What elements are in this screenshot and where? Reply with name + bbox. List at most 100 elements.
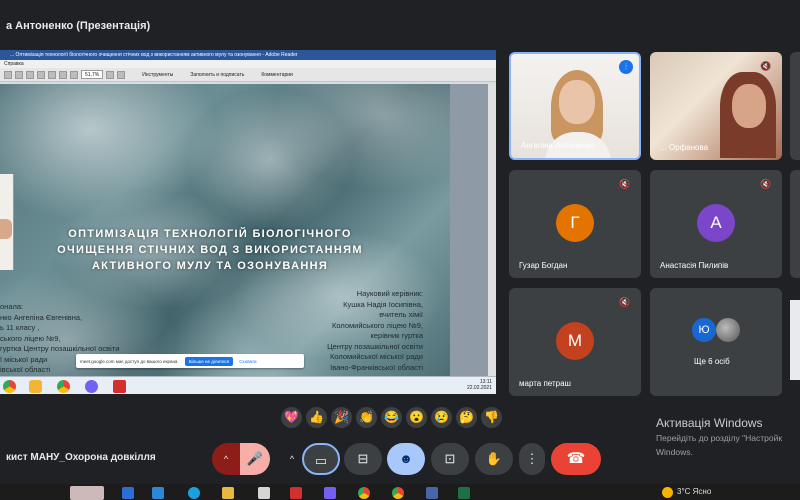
participant-name: Ще 6 осіб: [694, 357, 730, 366]
overflow-tile: [790, 170, 800, 278]
participant-tile[interactable]: 🔇 ... Орфанова: [650, 52, 782, 160]
reaction-clap-icon[interactable]: 👏: [356, 406, 377, 428]
participant-tile[interactable]: 🔇 А Анастасія Пилипів: [650, 170, 782, 278]
save-icon[interactable]: [426, 487, 438, 499]
supervisor-line: Кушка Надія Іосипівна,: [343, 299, 423, 309]
zoom-in-icon[interactable]: [70, 70, 78, 79]
tools-button[interactable]: Инструменты: [142, 72, 173, 78]
weather-icon: [662, 487, 673, 498]
overflow-tile: [790, 300, 800, 380]
overflow-tile: [790, 52, 800, 160]
activation-text: Перейдіть до розділу "Настройк: [656, 433, 783, 443]
participant-name: Гузар Богдан: [519, 261, 568, 270]
captions-icon: ⊟: [357, 451, 369, 466]
reaction-party-icon[interactable]: 🎉: [331, 406, 352, 428]
more-options-button[interactable]: ⋮: [519, 443, 545, 475]
present-button[interactable]: ⊡: [431, 443, 469, 475]
author-line: ського ліцею №9,: [0, 333, 61, 343]
title-bar: а Антоненко (Презентація): [0, 0, 800, 46]
avatar: А: [697, 204, 735, 242]
participant-name: ... Орфанова: [660, 143, 709, 152]
mic-off-icon: 🔇: [760, 179, 772, 189]
reader-scrollbar[interactable]: [488, 84, 496, 386]
reaction-surprised-icon[interactable]: 😮: [406, 406, 427, 428]
presentation-area[interactable]: ... Оптимізація технології біологічного …: [0, 50, 496, 394]
camera-icon: ▭: [314, 453, 328, 468]
more-icon: ⋮: [525, 451, 539, 466]
calendar-icon[interactable]: [258, 487, 270, 499]
window-title: а Антоненко (Презентація): [6, 20, 151, 32]
speaker-thumbnail: [0, 174, 14, 270]
folder-icon[interactable]: [222, 487, 234, 499]
chrome-icon[interactable]: [392, 487, 404, 499]
camera-options-button[interactable]: ^: [280, 443, 304, 475]
fit-icon[interactable]: [106, 70, 115, 79]
windows-start-icon[interactable]: [122, 487, 134, 499]
participant-name: Анастасія Пилипів: [660, 261, 729, 270]
mail-icon[interactable]: [26, 70, 34, 79]
chrome-icon[interactable]: [3, 380, 16, 393]
prev-page-icon[interactable]: [37, 70, 45, 79]
speaking-indicator-icon: ⦙: [619, 60, 633, 74]
present-icon: ⊡: [444, 451, 456, 466]
weather-text: 3°C Ясно: [677, 487, 712, 496]
reaction-thinking-icon[interactable]: 🤔: [456, 406, 477, 428]
yandex-icon[interactable]: [29, 380, 42, 393]
avatar: Г: [556, 204, 594, 242]
spreadsheet-icon[interactable]: [458, 487, 470, 499]
comments-button[interactable]: Комментарии: [261, 72, 293, 78]
slide-title-line: АКТИВНОГО МУЛУ ТА ОЗОНУВАННЯ: [91, 260, 329, 272]
edge-icon[interactable]: [188, 487, 200, 499]
camera-button[interactable]: ▭: [302, 443, 340, 475]
slide-title: ОПТИМІЗАЦІЯ ТЕХНОЛОГІЙ БІОЛОГІЧНОГО ОЧИЩ…: [20, 226, 400, 274]
raise-hand-button[interactable]: ✋: [475, 443, 513, 475]
mic-options-button[interactable]: ^: [212, 443, 240, 475]
reaction-thumbs-up-icon[interactable]: 👍: [306, 406, 327, 428]
next-page-icon[interactable]: [48, 70, 56, 79]
author-line: онала:: [0, 302, 24, 311]
search-icon[interactable]: [152, 487, 164, 499]
reactions-bar: 💖 👍 🎉 👏 😂 😮 😢 🤔 👎: [281, 405, 529, 429]
comment-icon[interactable]: [117, 70, 126, 79]
zoom-out-icon[interactable]: [59, 70, 67, 79]
sign-button[interactable]: Заполнить и подписать: [190, 72, 244, 78]
viber-icon[interactable]: [324, 487, 336, 499]
slide-title-line: ОПТИМІЗАЦІЯ ТЕХНОЛОГІЙ БІОЛОГІЧНОГО: [68, 228, 352, 240]
menu-help[interactable]: Справка: [4, 61, 24, 67]
reaction-heart-icon[interactable]: 💖: [281, 406, 302, 428]
reaction-laugh-icon[interactable]: 😂: [381, 406, 402, 428]
zoom-field[interactable]: 51,7%: [81, 70, 104, 79]
share-banner-text: meet.google.com має доступ до вашого екр…: [80, 358, 179, 364]
hide-banner-button[interactable]: Сховати: [239, 359, 256, 364]
participant-tile[interactable]: 🔇 М марта петраш: [509, 288, 641, 396]
pdf-reader-icon[interactable]: [290, 487, 302, 499]
supervisor-line: Центру позашкільної освіти: [327, 341, 423, 351]
more-participants-tile[interactable]: Ю Ще 6 осіб: [650, 288, 782, 396]
reaction-sad-icon[interactable]: 😢: [431, 406, 452, 428]
open-icon[interactable]: [4, 70, 12, 79]
inner-clock: 13:11 22.02.2021: [467, 379, 492, 391]
reactions-button[interactable]: ☻: [387, 443, 425, 475]
participant-tile[interactable]: ⦙ Ангеліна Антоненко: [509, 52, 641, 160]
mic-off-button[interactable]: 🎤: [240, 443, 270, 475]
print-icon[interactable]: [15, 70, 23, 79]
stop-sharing-button[interactable]: Більше не ділитися: [184, 356, 234, 366]
author-line: ь 11 класу ,: [0, 323, 40, 332]
emoji-icon: ☻: [399, 451, 413, 466]
viber-icon[interactable]: [85, 380, 98, 393]
inner-taskbar: 13:11 22.02.2021: [0, 376, 496, 394]
chrome-icon[interactable]: [358, 487, 370, 499]
avatar-photo: [716, 318, 740, 342]
pdf-reader-icon[interactable]: [113, 380, 126, 393]
participant-tile[interactable]: 🔇 Г Гузар Богдан: [509, 170, 641, 278]
supervisor-line: Науковий керівник:: [356, 289, 423, 298]
avatar: Ю: [692, 318, 716, 342]
screen-share-banner: meet.google.com має доступ до вашого екр…: [76, 354, 304, 368]
raise-hand-icon: ✋: [485, 451, 503, 466]
captions-button[interactable]: ⊟: [344, 443, 382, 475]
chrome-icon[interactable]: [57, 380, 70, 393]
reader-menubar: Справка: [0, 60, 496, 68]
mic-off-icon: 🎤: [246, 451, 264, 466]
reaction-thumbs-down-icon[interactable]: 👎: [481, 406, 502, 428]
end-call-button[interactable]: ☎: [551, 443, 601, 475]
